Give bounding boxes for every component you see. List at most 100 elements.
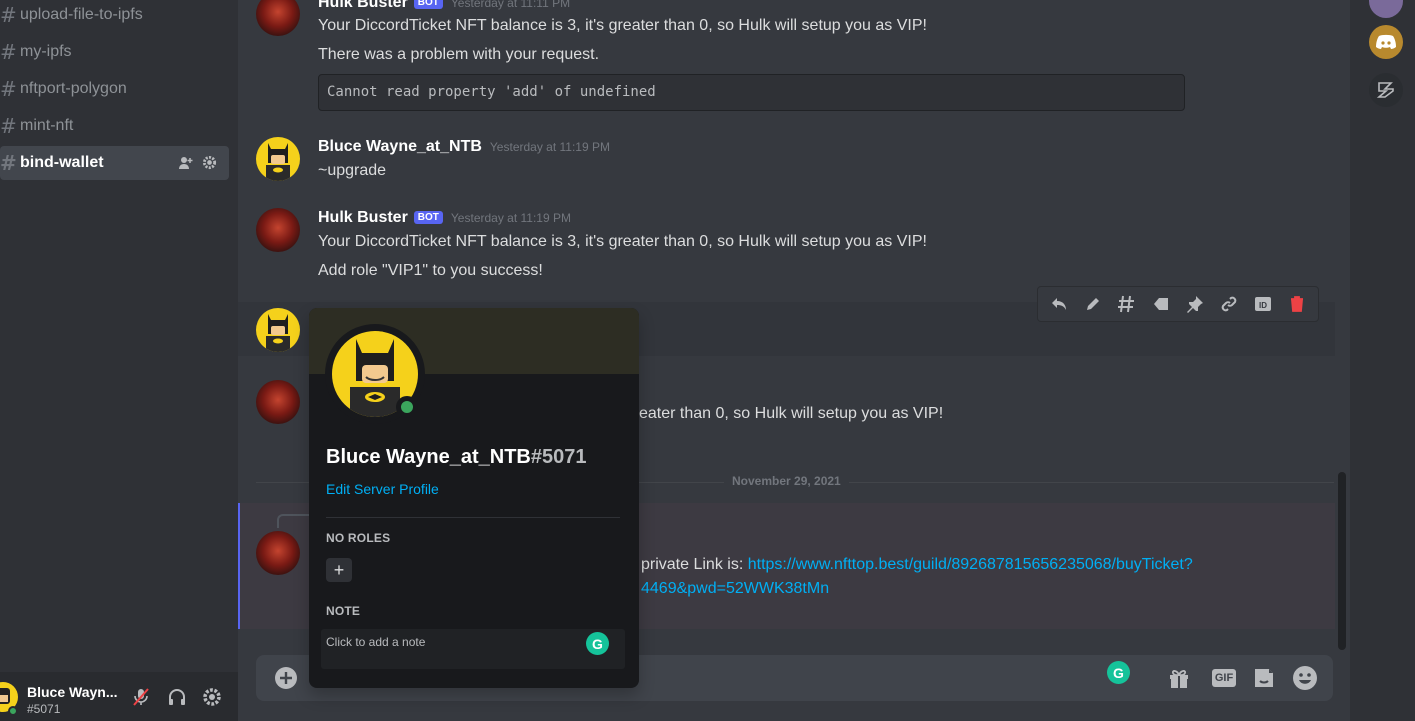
grammarly-icon[interactable]: G [586, 632, 609, 655]
gift-icon [1170, 670, 1188, 688]
gear-icon[interactable] [202, 155, 217, 170]
emoji-icon [1293, 666, 1317, 690]
discriminator: #5071 [530, 446, 587, 468]
grammarly-icon[interactable]: G [1107, 661, 1130, 684]
delete-button[interactable] [1283, 290, 1311, 318]
edit-server-profile-link[interactable]: Edit Server Profile [326, 481, 439, 497]
note-heading: NOTE [326, 604, 361, 618]
mark-unread-button[interactable] [1147, 290, 1175, 318]
online-status-dot [396, 396, 418, 418]
discord-icon [1376, 34, 1396, 49]
invite-icon[interactable] [178, 155, 194, 171]
username: Bluce Wayne_at_NTB [326, 446, 531, 468]
add-role-button[interactable]: + [326, 558, 352, 582]
sticker-icon [1255, 669, 1273, 687]
avatar[interactable] [256, 137, 300, 181]
server-icon[interactable] [1369, 73, 1403, 107]
message-timestamp: Yesterday at 11:19 PM [450, 211, 571, 225]
message-timestamp: Yesterday at 11:11 PM [450, 0, 571, 10]
channel-label: bind-wallet [20, 154, 104, 171]
reply-button[interactable] [1045, 290, 1073, 318]
channel-label: upload-file-to-ipfs [20, 6, 143, 23]
tag-icon [1154, 298, 1168, 310]
link-icon [1221, 296, 1237, 312]
channel-upload-file-to-ipfs[interactable]: # upload-file-to-ipfs [0, 0, 229, 32]
id-icon: ID [1255, 297, 1271, 311]
reply-icon [1052, 298, 1066, 310]
attach-button[interactable] [273, 665, 299, 691]
message-text: Add role "VIP1" to you success! [318, 262, 543, 279]
channel-label: my-ipfs [20, 43, 72, 60]
channel-bind-wallet[interactable]: # bind-wallet [0, 146, 229, 180]
author-name[interactable]: Hulk Buster [318, 0, 408, 11]
channel-label: mint-nft [20, 117, 74, 134]
channel-label: nftport-polygon [20, 80, 127, 97]
channel-nftport-polygon[interactable]: # nftport-polygon [0, 72, 229, 106]
message-link[interactable]: 4469&pwd=52WWK38tMn [641, 580, 829, 598]
user-panel: Bluce Wayn... #5071 [0, 672, 238, 721]
avatar[interactable] [256, 308, 300, 352]
headphones-icon [169, 689, 185, 705]
date-divider-label: November 29, 2021 [724, 474, 849, 488]
chat-scrollbar[interactable] [1338, 472, 1346, 650]
gear-icon [203, 688, 221, 706]
gif-button[interactable]: GIF [1209, 665, 1239, 691]
app-root: # upload-file-to-ipfs # my-ipfs # nftpor… [0, 0, 1415, 721]
message-author[interactable]: Bluce Wayne_at_NTB Yesterday at 11:19 PM [318, 138, 610, 156]
mute-button[interactable] [130, 686, 152, 708]
server-icon[interactable] [1369, 25, 1403, 59]
pin-button[interactable] [1181, 290, 1209, 318]
message-text: ~upgrade [318, 162, 387, 179]
avatar[interactable] [256, 208, 300, 252]
mic-muted-icon [133, 688, 149, 706]
channel-my-ipfs[interactable]: # my-ipfs [0, 35, 229, 69]
gif-icon: GIF [1211, 669, 1237, 687]
message-actions-toolbar: ID [1037, 286, 1319, 322]
bot-badge: BOT [413, 211, 443, 224]
plus-circle-icon [275, 667, 297, 689]
svg-text:ID: ID [1259, 301, 1267, 310]
hash-icon: # [0, 77, 17, 101]
note-input[interactable]: Click to add a note [321, 629, 625, 669]
hash-icon: # [0, 151, 17, 175]
author-name[interactable]: Hulk Buster [318, 209, 408, 226]
author-name[interactable]: Bluce Wayne_at_NTB [318, 138, 482, 155]
message-author[interactable]: Hulk Buster BOT Yesterday at 11:11 PM [318, 0, 570, 12]
divider [326, 517, 620, 518]
message-text: eater than 0, so Hulk will setup you as … [639, 405, 944, 422]
online-status-dot [8, 706, 18, 716]
reply-spine [277, 514, 313, 528]
code-block: Cannot read property 'add' of undefined [318, 74, 1185, 111]
deafen-button[interactable] [166, 686, 188, 708]
copy-link-button[interactable] [1215, 290, 1243, 318]
bot-badge: BOT [413, 0, 443, 9]
edit-button[interactable] [1079, 290, 1107, 318]
avatar[interactable] [256, 531, 300, 575]
channel-mint-nft[interactable]: # mint-nft [0, 109, 229, 143]
message-text: Your DiccordTicket NFT balance is 3, it'… [318, 17, 927, 34]
message-link[interactable]: https://www.nfttop.best/guild/8926878156… [748, 556, 1193, 573]
avatar[interactable] [256, 380, 300, 424]
pencil-icon [1087, 298, 1099, 310]
server-logo-icon [1376, 82, 1394, 98]
user-settings-button[interactable] [201, 686, 223, 708]
message-text: private Link is: https://www.nfttop.best… [641, 556, 1193, 574]
message-prefix: private Link is: [641, 556, 748, 573]
hash-icon: # [0, 114, 17, 138]
copy-id-button[interactable]: ID [1249, 290, 1277, 318]
profile-username: Bluce Wayne_at_NTB#5071 [326, 446, 587, 469]
message-timestamp: Yesterday at 11:19 PM [489, 140, 610, 154]
create-thread-button[interactable] [1113, 290, 1141, 318]
roles-heading: NO ROLES [326, 531, 391, 545]
hash-icon: # [0, 3, 17, 27]
thread-icon [1118, 295, 1134, 313]
sticker-button[interactable] [1251, 665, 1277, 691]
user-name: Bluce Wayn... [27, 684, 118, 700]
message-author[interactable]: Hulk Buster BOT Yesterday at 11:19 PM [318, 209, 571, 227]
note-placeholder: Click to add a note [326, 635, 426, 649]
emoji-button[interactable] [1292, 665, 1318, 691]
pin-icon [1187, 296, 1203, 313]
gift-button[interactable] [1166, 665, 1192, 691]
user-tag: #5071 [27, 702, 61, 716]
message-text: Your DiccordTicket NFT balance is 3, it'… [318, 233, 927, 250]
